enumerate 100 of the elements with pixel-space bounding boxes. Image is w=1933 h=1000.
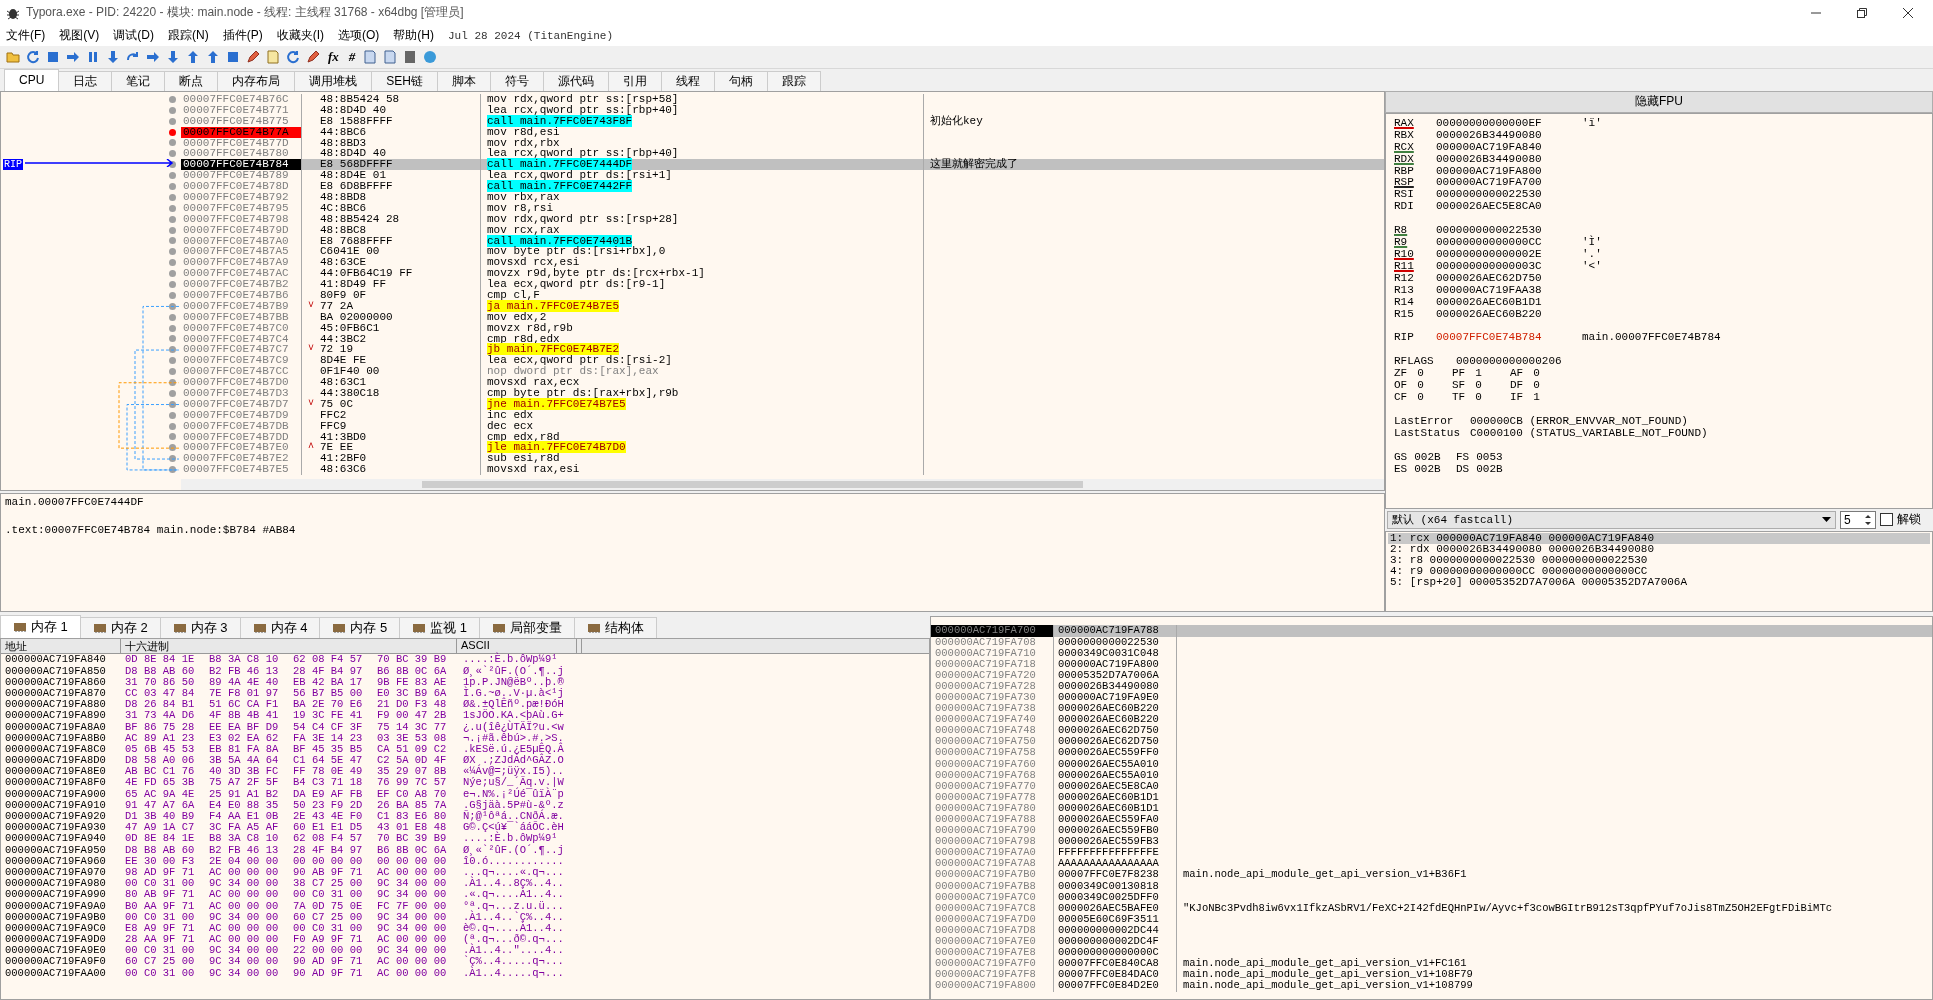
pause-icon[interactable] (86, 49, 100, 64)
register-value[interactable]: 0000026AEC62D750 (1436, 272, 1582, 285)
register-value[interactable]: 000000AC719FA700 (1436, 177, 1582, 190)
restart-icon[interactable] (26, 49, 40, 64)
tab[interactable]: SEH链 (371, 70, 439, 91)
breakpoint-dot[interactable] (169, 335, 176, 343)
tab[interactable]: 内存布局 (217, 70, 296, 91)
breakpoint-dot[interactable] (169, 172, 176, 180)
horizontal-scrollbar[interactable] (181, 478, 1384, 490)
breakpoint-dot[interactable] (169, 270, 176, 278)
tab[interactable]: 源代码 (543, 70, 610, 91)
breakpoint-dot[interactable] (169, 400, 176, 408)
breakpoint-dot[interactable] (169, 379, 176, 387)
restore-icon[interactable] (1857, 8, 1867, 18)
tab[interactable]: 断点 (164, 70, 219, 91)
menu-item[interactable]: 调试(D) (113, 27, 154, 45)
argument-row[interactable]: 2: rdx 0000026B34490080 0000026B34490080 (1388, 543, 1930, 555)
tab[interactable]: 符号 (490, 70, 545, 91)
trace-into-icon[interactable] (146, 49, 160, 64)
tab[interactable]: 调用堆栈 (294, 70, 373, 91)
column-header[interactable]: ASCII (457, 639, 577, 654)
argument-count-spinbox[interactable]: 5 (1840, 510, 1876, 529)
tab[interactable]: 引用 (608, 70, 663, 91)
unlock-checkbox[interactable] (1880, 513, 1893, 527)
menu-item[interactable]: 收藏夹(I) (276, 27, 324, 45)
pencil-icon[interactable] (246, 49, 260, 64)
register-value[interactable]: 000000AC719FA840 (1436, 141, 1582, 154)
column-header[interactable]: 十六进制 (121, 639, 457, 654)
calling-convention-dropdown[interactable]: 默认 (x64 fastcall) (1387, 510, 1836, 529)
tab[interactable]: 笔记 (111, 70, 166, 91)
breakpoint-dot[interactable] (169, 95, 176, 103)
breakpoint-dot[interactable] (169, 411, 176, 419)
breakpoint-dot[interactable] (169, 237, 176, 245)
breakpoint-dot[interactable] (169, 193, 176, 201)
tab[interactable]: 内存 1 (0, 615, 81, 639)
breakpoint-dot[interactable] (169, 117, 176, 125)
breakpoint-dot[interactable] (169, 139, 176, 147)
register-value[interactable]: 00000000000000CC (1436, 237, 1582, 249)
breakpoint-dot[interactable] (169, 281, 176, 288)
breakpoint-dot[interactable] (169, 346, 176, 354)
register-value[interactable]: 000000AC719FAA38 (1436, 284, 1582, 297)
breakpoint-dot[interactable] (169, 466, 176, 474)
flag-value[interactable]: 0 (1533, 380, 1540, 393)
menu-item[interactable]: 帮助(H) (393, 27, 434, 45)
menu-item[interactable]: 插件(P) (222, 27, 263, 45)
toolbar-button[interactable]: # (346, 48, 358, 65)
register-value[interactable]: 000000000000002E (1436, 249, 1582, 261)
breakpoint-dot[interactable] (169, 259, 176, 267)
toolbar-button[interactable]: fx (326, 48, 341, 65)
breakpoint-dot[interactable] (169, 150, 176, 158)
tab[interactable]: 内存 2 (79, 617, 161, 639)
breakpoint-dot[interactable] (169, 368, 176, 376)
flag-value[interactable]: 0 (1475, 392, 1482, 404)
breakpoint-dot[interactable] (169, 357, 176, 365)
breakpoint-dot[interactable] (169, 302, 176, 310)
register-value[interactable]: 000000AC719FA800 (1436, 165, 1582, 178)
stop-icon[interactable] (46, 49, 60, 64)
register-value[interactable]: 00007FFC0E74B784 (1436, 332, 1582, 345)
argument-row[interactable]: 1: rcx 000000AC719FA840 000000AC719FA840 (1388, 532, 1930, 544)
tab[interactable]: 跟踪 (767, 70, 822, 91)
argument-row[interactable]: 4: r9 00000000000000CC 00000000000000CC (1388, 565, 1930, 577)
register-value[interactable]: 0000000000000206 (1456, 356, 1562, 369)
breakpoint-dot[interactable] (169, 313, 176, 321)
menu-item[interactable]: 跟踪(N) (168, 27, 209, 45)
argument-row[interactable]: 3: r8 0000000000022530 0000000000022530 (1388, 554, 1930, 566)
breakpoint-dot[interactable] (169, 324, 176, 332)
note-icon[interactable] (266, 49, 280, 64)
register-value[interactable]: 0000000000022530 (1436, 225, 1582, 238)
execute-till-return-icon[interactable] (186, 49, 200, 64)
menu-item[interactable]: 视图(V) (59, 27, 100, 45)
flag-value[interactable]: 0 (1533, 368, 1540, 381)
tab[interactable]: 句柄 (714, 70, 769, 91)
breakpoint-dot[interactable] (169, 226, 176, 234)
tab[interactable]: 监视 1 (399, 617, 481, 639)
tab[interactable]: 内存 3 (159, 617, 241, 639)
flag-value[interactable]: 1 (1475, 368, 1482, 381)
breakpoint-dot[interactable] (169, 389, 176, 397)
flag-value[interactable]: 0 (1417, 368, 1424, 381)
argument-row[interactable]: 5: [rsp+20] 00005352D7A7006A 00005352D7A7006A (1388, 576, 1930, 588)
breakpoint-dot[interactable] (169, 291, 176, 299)
register-value[interactable]: 0000026B34490080 (1436, 153, 1582, 166)
tab[interactable]: 线程 (661, 70, 716, 91)
close-icon[interactable] (1903, 8, 1913, 18)
folder-icon[interactable] (6, 49, 20, 64)
menu-item[interactable]: 选项(O) (338, 27, 380, 45)
hide-fpu-button[interactable]: 隐藏FPU (1385, 90, 1933, 113)
breakpoint-dot[interactable] (169, 183, 176, 190)
run-to-user-code-icon[interactable] (206, 49, 220, 64)
breakpoint-dot[interactable] (169, 106, 176, 114)
flag-value[interactable]: 0 (1417, 392, 1424, 404)
flag-value[interactable]: 0 (1417, 380, 1424, 393)
flag-value[interactable]: 1 (1533, 392, 1540, 404)
column-header[interactable]: 地址 (1, 639, 121, 654)
breakpoint-dot[interactable] (169, 444, 176, 452)
register-value[interactable]: 0000000000022530 (1436, 189, 1582, 202)
register-value[interactable]: 0000026B34490080 (1436, 129, 1582, 142)
breakpoint-dot[interactable] (169, 433, 176, 441)
tab[interactable]: 内存 4 (239, 617, 321, 639)
breakpoint-dot[interactable] (169, 422, 176, 430)
step-into-icon[interactable] (106, 49, 120, 64)
